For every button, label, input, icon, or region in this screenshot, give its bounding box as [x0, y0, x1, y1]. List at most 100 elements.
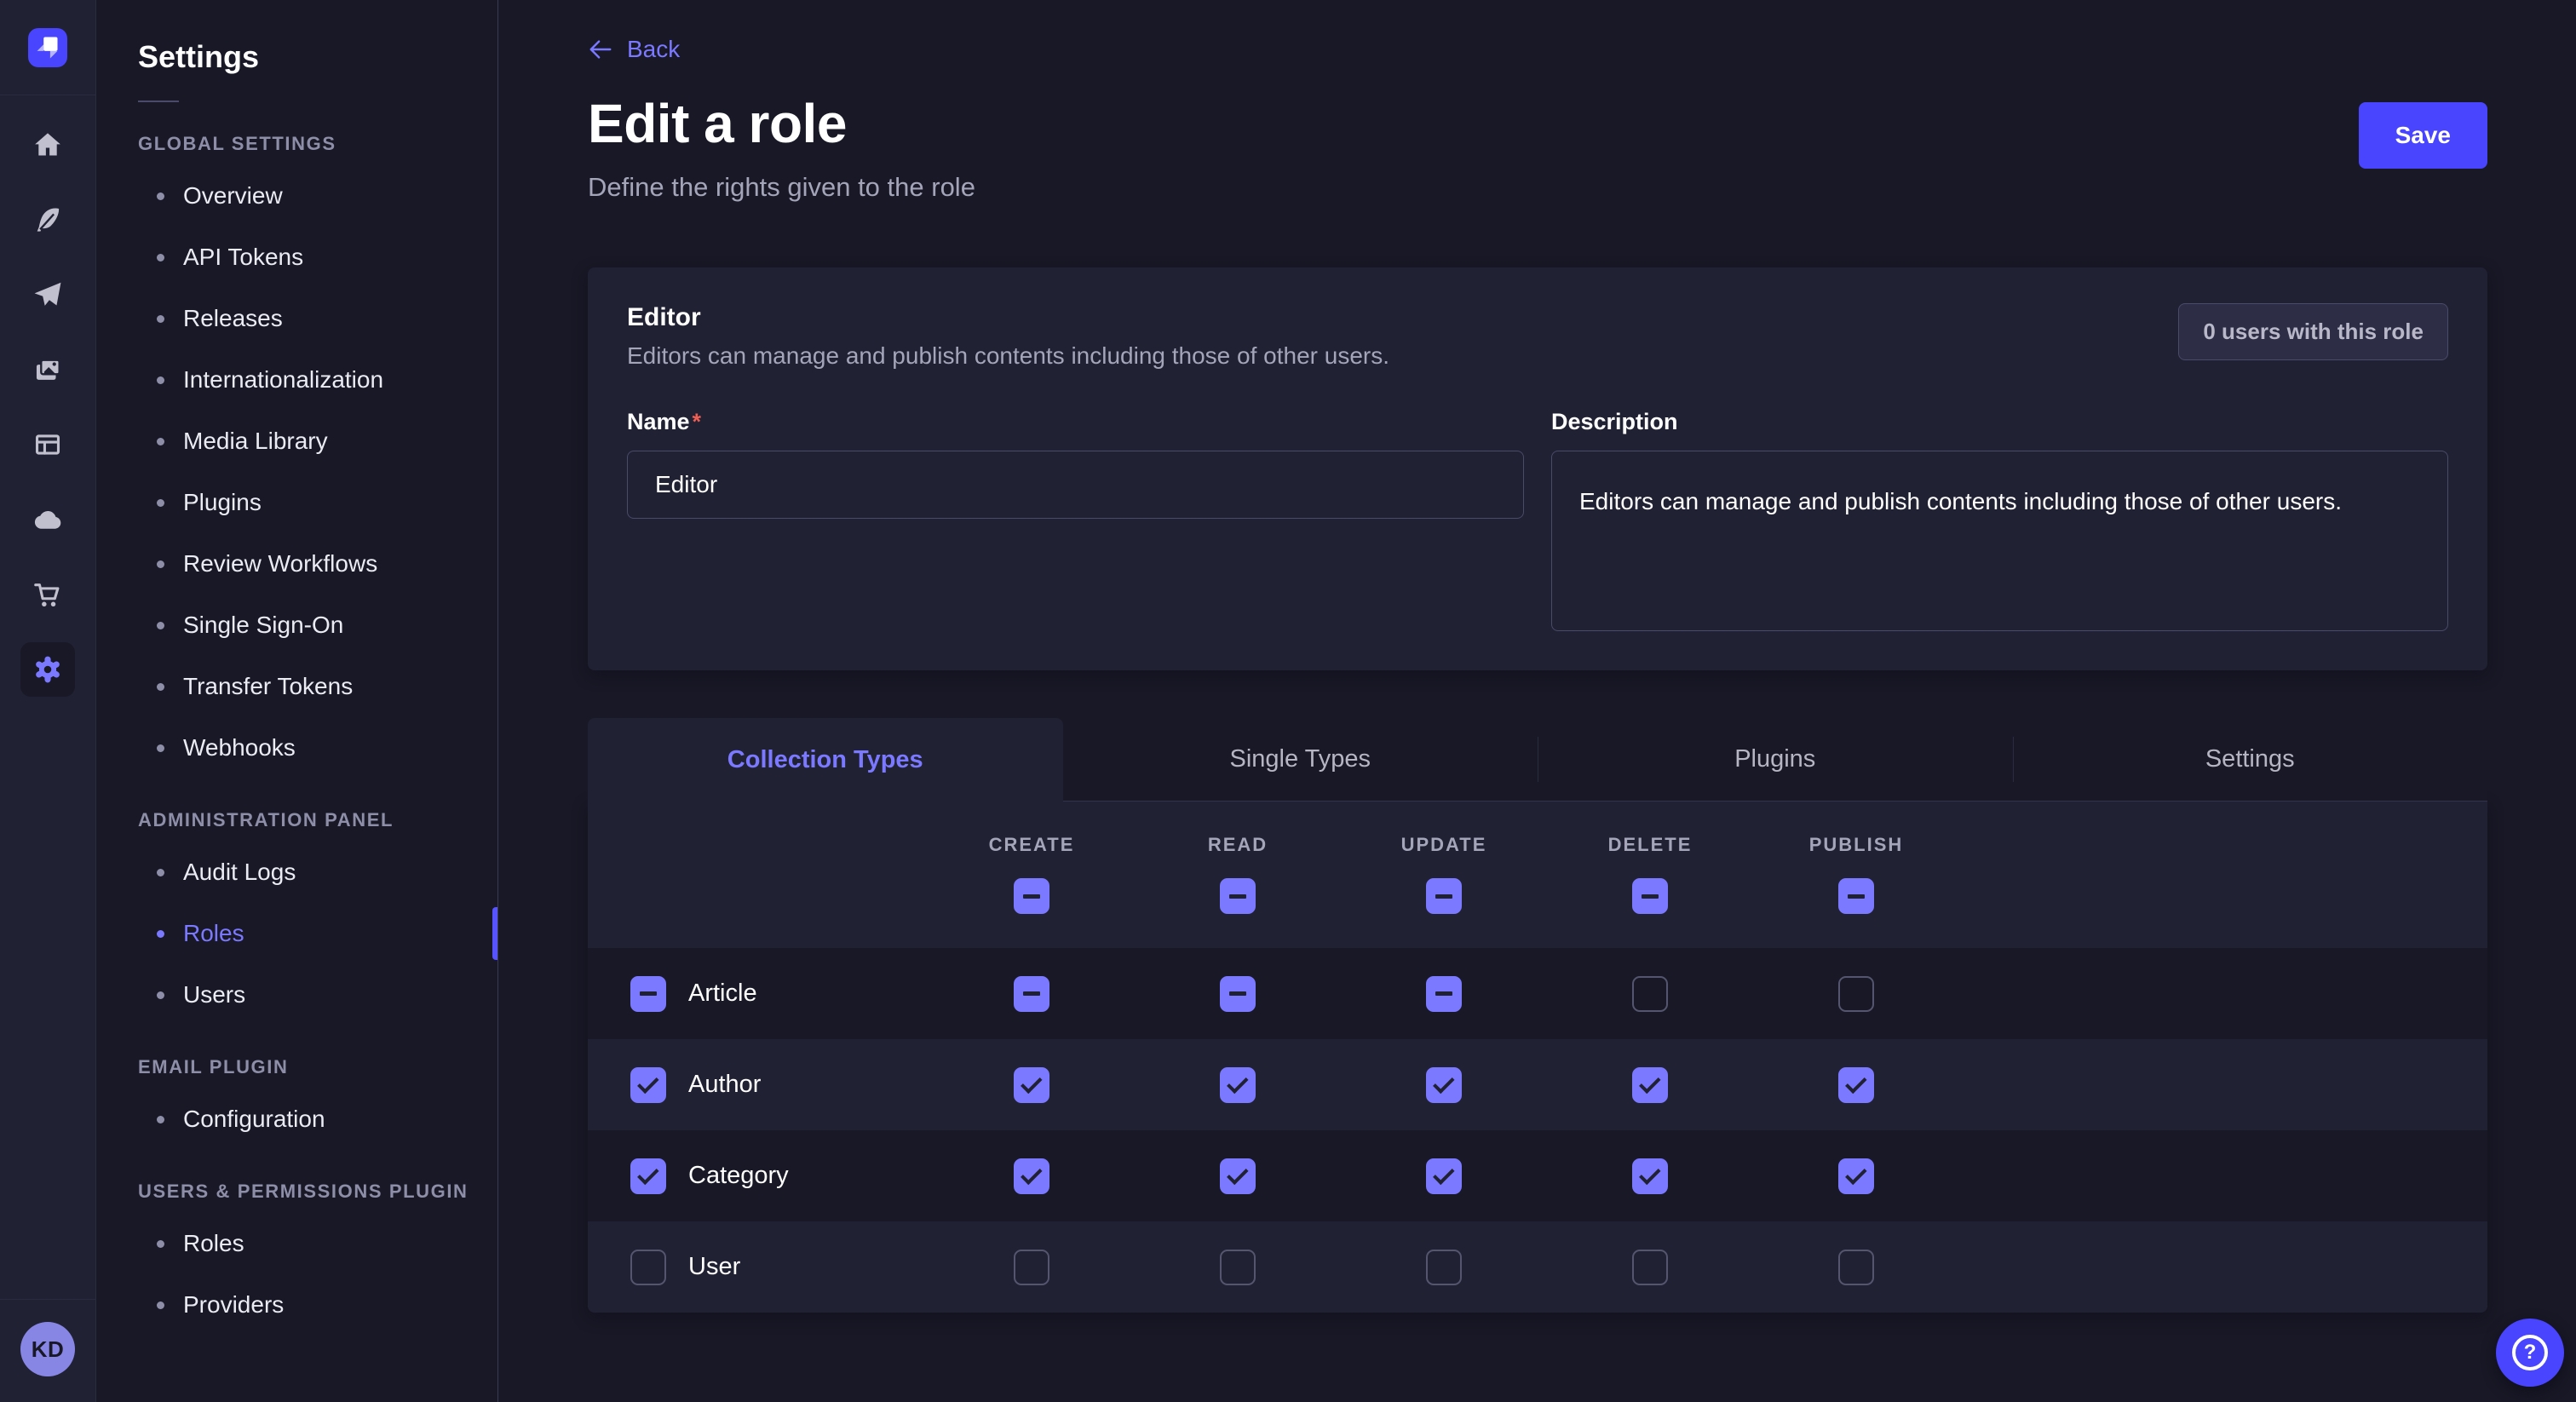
bullet-icon [157, 192, 164, 200]
article-delete-checkbox[interactable] [1632, 976, 1668, 1012]
workspace-logo-wrap [0, 0, 95, 95]
row-label: User [688, 1253, 740, 1281]
images-icon [32, 353, 64, 386]
row-checkbox[interactable] [630, 976, 666, 1012]
sidebar-item-label: Single Sign-On [183, 612, 343, 639]
sidebar-item-label: Overview [183, 182, 283, 210]
user-publish-checkbox[interactable] [1838, 1250, 1874, 1285]
sidebar-item-media-library[interactable]: Media Library [97, 411, 497, 472]
column-label: READ [1208, 834, 1268, 856]
sidebar-item-label: Review Workflows [183, 550, 377, 577]
author-delete-checkbox[interactable] [1632, 1067, 1668, 1103]
rail-item-content-builder[interactable] [10, 182, 85, 257]
select-all-delete-checkbox[interactable] [1632, 878, 1668, 914]
rail-item-cloud[interactable] [10, 482, 85, 557]
user-delete-checkbox[interactable] [1632, 1250, 1668, 1285]
row-label: Author [688, 1071, 761, 1099]
role-description-text: Editors can manage and publish contents … [627, 342, 1389, 370]
category-delete-checkbox[interactable] [1632, 1158, 1668, 1194]
tab-settings[interactable]: Settings [2013, 718, 2488, 802]
article-create-checkbox[interactable] [1014, 976, 1049, 1012]
rail-item-content-manager[interactable] [10, 407, 85, 482]
sidebar-item-api-tokens[interactable]: API Tokens [97, 227, 497, 288]
author-read-checkbox[interactable] [1220, 1067, 1256, 1103]
sidebar-item-label: Audit Logs [183, 859, 296, 886]
user-create-checkbox[interactable] [1014, 1250, 1049, 1285]
sidebar-item-up-roles[interactable]: Roles [97, 1213, 497, 1274]
sidebar-item-internationalization[interactable]: Internationalization [97, 349, 497, 411]
sidebar-item-single-sign-on[interactable]: Single Sign-On [97, 595, 497, 656]
sidebar-item-releases[interactable]: Releases [97, 288, 497, 349]
select-all-publish-checkbox[interactable] [1838, 878, 1874, 914]
section-label-email-plugin: EMAIL PLUGIN [138, 1056, 497, 1078]
rail-item-home[interactable] [10, 107, 85, 182]
sidebar-item-review-workflows[interactable]: Review Workflows [97, 533, 497, 595]
cloud-icon [32, 503, 64, 536]
table-row-article: Article [588, 948, 2487, 1039]
tab-single-types[interactable]: Single Types [1063, 718, 1538, 802]
nav-group-global-settings: GLOBAL SETTINGS Overview API Tokens Rele… [97, 133, 497, 779]
bullet-icon [157, 376, 164, 384]
sidebar-item-providers[interactable]: Providers [97, 1274, 497, 1336]
select-all-read-checkbox[interactable] [1220, 878, 1256, 914]
help-button[interactable]: ? [2496, 1319, 2564, 1387]
rail-item-marketplace[interactable] [10, 557, 85, 632]
sidebar-item-label: Roles [183, 920, 244, 947]
strapi-logo[interactable] [28, 28, 67, 67]
author-update-checkbox[interactable] [1426, 1067, 1462, 1103]
sidebar-item-label: Transfer Tokens [183, 673, 353, 700]
column-read: READ [1135, 834, 1341, 914]
role-form: Name* Description Editors can manage and… [627, 409, 2448, 631]
rail-icon-list [10, 95, 85, 707]
article-publish-checkbox[interactable] [1838, 976, 1874, 1012]
rail-item-settings[interactable] [10, 632, 85, 707]
sidebar-item-audit-logs[interactable]: Audit Logs [97, 842, 497, 903]
page-header: Edit a role Define the rights given to t… [588, 92, 2487, 203]
sidebar-item-configuration[interactable]: Configuration [97, 1089, 497, 1150]
role-card-top: Editor Editors can manage and publish co… [627, 303, 2448, 370]
description-field-label: Description [1551, 409, 1678, 434]
strapi-logo-icon [28, 28, 67, 67]
user-update-checkbox[interactable] [1426, 1250, 1462, 1285]
sidebar-item-label: Media Library [183, 428, 328, 455]
rail-item-media-library[interactable] [10, 332, 85, 407]
category-read-checkbox[interactable] [1220, 1158, 1256, 1194]
help-icon: ? [2512, 1335, 2548, 1370]
category-update-checkbox[interactable] [1426, 1158, 1462, 1194]
sidebar-item-users[interactable]: Users [97, 964, 497, 1026]
author-create-checkbox[interactable] [1014, 1067, 1049, 1103]
select-all-update-checkbox[interactable] [1426, 878, 1462, 914]
sidebar-item-plugins[interactable]: Plugins [97, 472, 497, 533]
select-all-create-checkbox[interactable] [1014, 878, 1049, 914]
save-button[interactable]: Save [2359, 102, 2487, 169]
row-checkbox[interactable] [630, 1067, 666, 1103]
category-create-checkbox[interactable] [1014, 1158, 1049, 1194]
tab-collection-types[interactable]: Collection Types [588, 718, 1063, 802]
row-checkbox[interactable] [630, 1158, 666, 1194]
tab-plugins[interactable]: Plugins [1538, 718, 2013, 802]
main-nav-rail: KD [0, 0, 96, 1402]
user-read-checkbox[interactable] [1220, 1250, 1256, 1285]
sidebar-item-label: Configuration [183, 1106, 325, 1133]
category-publish-checkbox[interactable] [1838, 1158, 1874, 1194]
sidebar-item-webhooks[interactable]: Webhooks [97, 717, 497, 779]
role-name-heading: Editor [627, 303, 1389, 332]
bullet-icon [157, 438, 164, 445]
gear-icon [32, 653, 64, 686]
description-textarea[interactable]: Editors can manage and publish contents … [1551, 451, 2448, 631]
page-title: Edit a role [588, 92, 975, 155]
article-read-checkbox[interactable] [1220, 976, 1256, 1012]
back-link[interactable]: Back [588, 36, 680, 63]
sidebar-item-overview[interactable]: Overview [97, 165, 497, 227]
article-update-checkbox[interactable] [1426, 976, 1462, 1012]
sidebar-item-label: Users [183, 981, 245, 1008]
author-publish-checkbox[interactable] [1838, 1067, 1874, 1103]
sidebar-item-admin-roles[interactable]: Roles [97, 903, 497, 964]
sidebar-item-label: Internationalization [183, 366, 383, 394]
rail-item-releases[interactable] [10, 257, 85, 332]
row-checkbox[interactable] [630, 1250, 666, 1285]
name-input[interactable] [627, 451, 1524, 519]
sidebar-item-transfer-tokens[interactable]: Transfer Tokens [97, 656, 497, 717]
users-count-badge[interactable]: 0 users with this role [2178, 303, 2448, 360]
user-avatar[interactable]: KD [20, 1322, 75, 1376]
